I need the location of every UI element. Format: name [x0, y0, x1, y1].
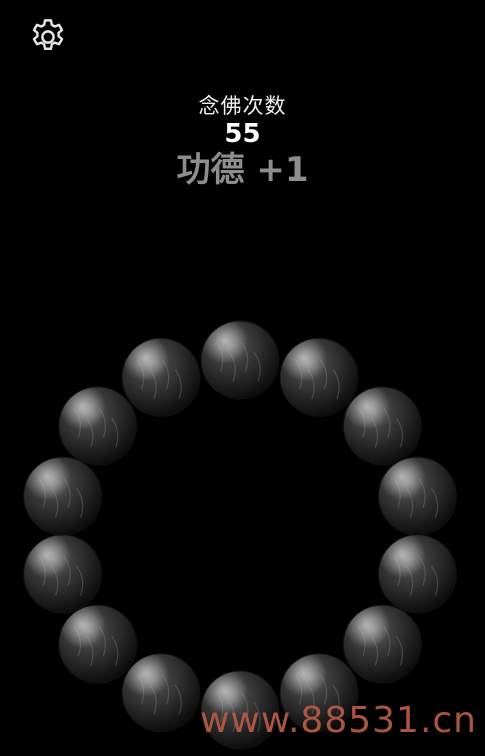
prayer-bead[interactable]: [377, 456, 457, 536]
prayer-bead[interactable]: [58, 604, 138, 684]
merit-popup: 功德 +1: [176, 150, 309, 190]
prayer-bead[interactable]: [377, 534, 457, 614]
prayer-bead[interactable]: [342, 386, 422, 466]
prayer-bead-bracelet[interactable]: [0, 0, 485, 756]
prayer-bead[interactable]: [23, 534, 103, 614]
watermark-text: www.88531.cn: [199, 700, 477, 741]
prayer-bead[interactable]: [342, 604, 422, 684]
prayer-bead[interactable]: [121, 337, 201, 417]
prayer-bead[interactable]: [200, 320, 280, 400]
prayer-bead[interactable]: [58, 386, 138, 466]
prayer-bead[interactable]: [23, 456, 103, 536]
prayer-bead[interactable]: [279, 337, 359, 417]
prayer-bead[interactable]: [121, 653, 201, 733]
